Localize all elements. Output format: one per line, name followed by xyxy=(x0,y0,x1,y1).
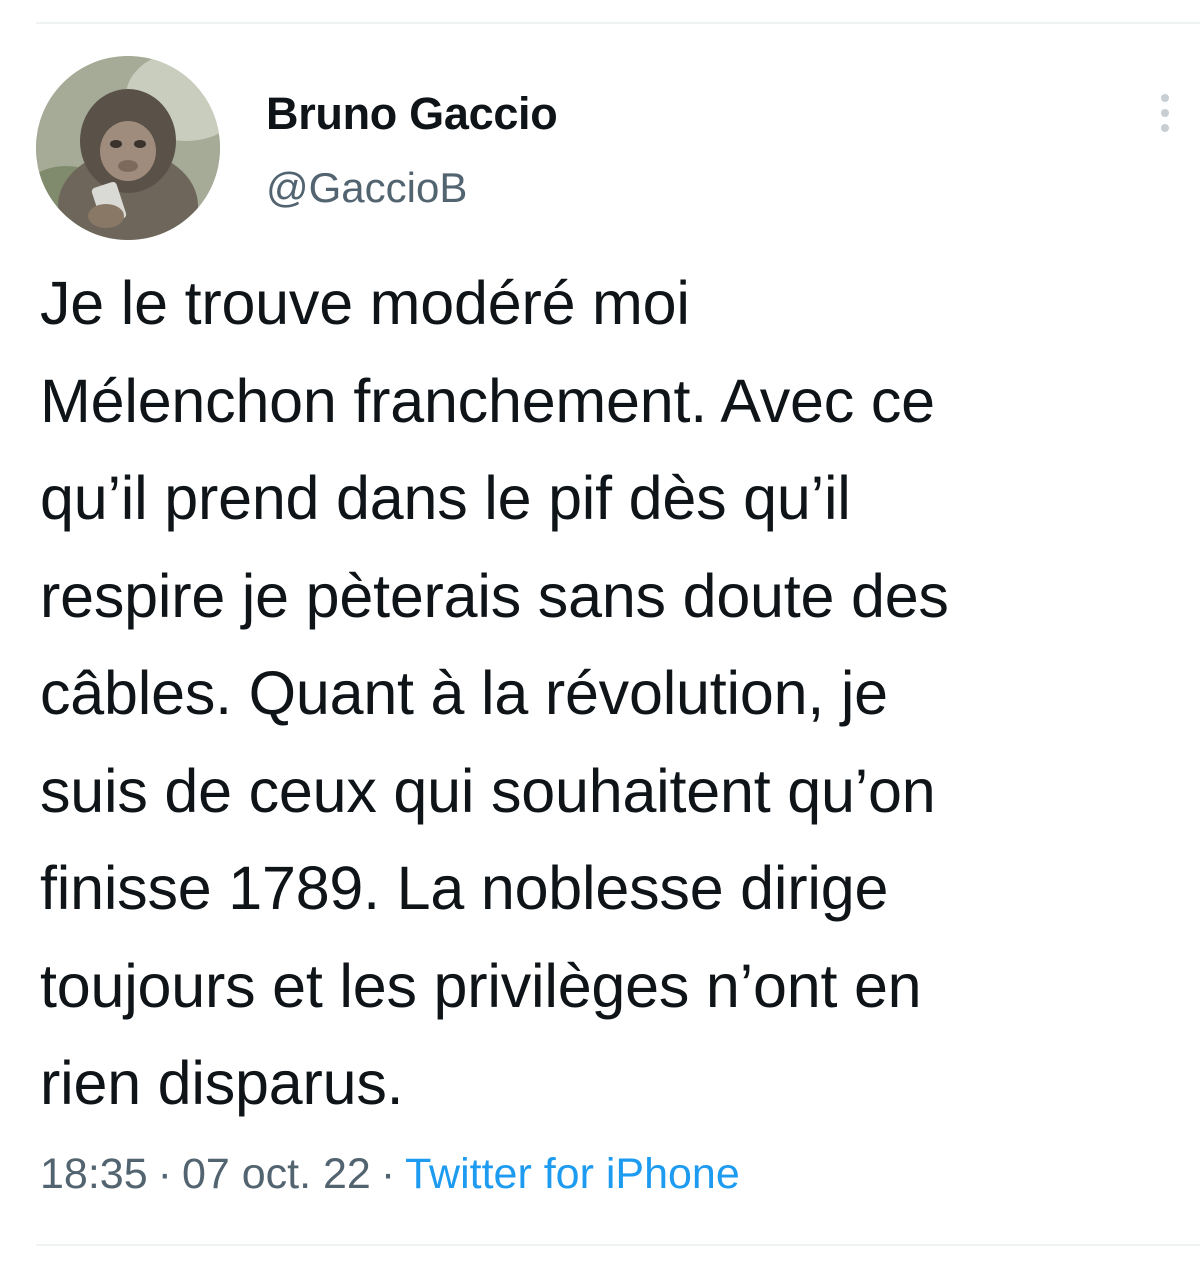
tweet-meta: 18:35 · 07 oct. 22 · Twitter for iPhone xyxy=(40,1150,740,1199)
tweet-text-line: finisse 1789. La noblesse dirige xyxy=(40,854,889,922)
vertical-ellipsis-icon xyxy=(1161,109,1169,117)
author-handle[interactable]: @GaccioB xyxy=(266,164,467,212)
tweet-source-link[interactable]: Twitter for iPhone xyxy=(405,1150,740,1198)
tweet-text-line: toujours et les privilèges n’ont en xyxy=(40,951,922,1020)
tweet-text: Je le trouve modéré moi Mélenchon franch… xyxy=(40,255,1190,1133)
avatar[interactable] xyxy=(36,56,220,240)
meta-separator: · xyxy=(157,1150,172,1198)
tweet-text-line: rien disparus. xyxy=(40,1049,404,1117)
monkey-avatar-icon xyxy=(36,56,220,240)
tweet-text-line: Je le trouve modéré moi xyxy=(40,269,690,337)
vertical-ellipsis-icon xyxy=(1161,124,1169,132)
top-divider xyxy=(36,22,1200,24)
author-name[interactable]: Bruno Gaccio xyxy=(266,88,558,140)
tweet-time[interactable]: 18:35 xyxy=(40,1150,148,1198)
tweet-date[interactable]: 07 oct. 22 xyxy=(182,1150,371,1198)
bottom-divider xyxy=(36,1244,1200,1246)
more-options-button[interactable] xyxy=(1150,88,1180,138)
vertical-ellipsis-icon xyxy=(1161,94,1169,102)
tweet-text-line: respire je pèterais sans doute des xyxy=(40,561,949,630)
tweet-text-line: qu’il prend dans le pif dès qu’il xyxy=(40,464,851,532)
tweet-text-line: câbles. Quant à la révolution, je xyxy=(40,659,888,727)
tweet-text-line: suis de ceux qui souhaitent qu’on xyxy=(40,756,936,825)
meta-separator: · xyxy=(380,1150,396,1198)
tweet-text-line: Mélenchon franchement. Avec ce xyxy=(40,366,935,435)
